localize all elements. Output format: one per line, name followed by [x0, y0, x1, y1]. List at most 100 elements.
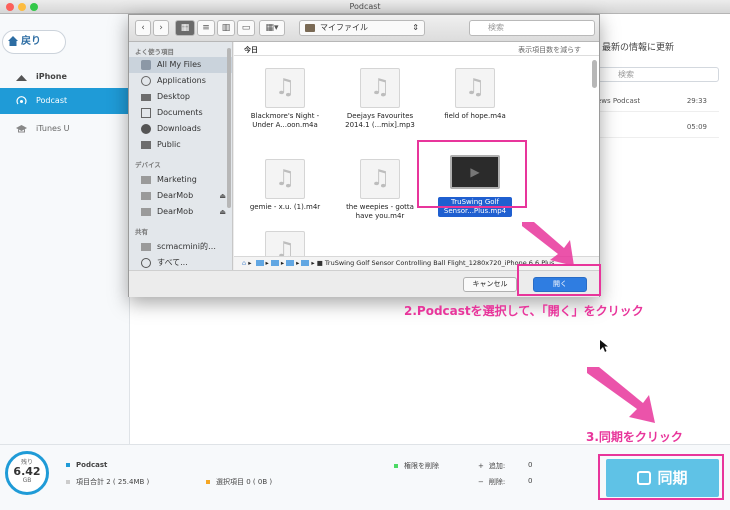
capacity-value: 6.42	[13, 465, 41, 478]
sidebar-item-all-shared[interactable]: すべて...	[129, 255, 232, 270]
documents-icon	[141, 108, 151, 118]
sidebar-item-applications[interactable]: Applications	[129, 73, 232, 89]
close-window-button[interactable]	[6, 3, 14, 11]
drive-icon	[141, 192, 151, 200]
back-nav-button[interactable]: ‹	[135, 20, 151, 36]
icon-view-button[interactable]: ▦	[175, 20, 195, 36]
sidebar-item-public[interactable]: Public	[129, 137, 232, 153]
arrow-to-sync-icon	[587, 367, 655, 423]
home-icon	[8, 36, 18, 46]
podcast-icon	[16, 96, 27, 105]
sidebar-item-downloads[interactable]: Downloads	[129, 121, 232, 137]
show-less-link[interactable]: 表示項目数を減らす	[518, 45, 581, 55]
sidebar-item-label: Public	[157, 140, 181, 149]
eject-icon[interactable]: ⏏	[219, 188, 226, 204]
downloads-icon	[141, 124, 151, 134]
all-files-icon	[141, 60, 151, 70]
forward-nav-button[interactable]: ›	[153, 20, 169, 36]
dialog-search-input[interactable]: 検索	[469, 20, 595, 36]
total-dot	[66, 480, 70, 484]
list-item[interactable]: 05:09	[597, 116, 719, 138]
file-name: gemie - x.u. (1).m4r	[249, 203, 321, 211]
capacity-indicator: 残り 6.42 GB	[5, 451, 49, 495]
arrange-icon: ▦▾	[265, 23, 279, 33]
back-button[interactable]: 戻り	[2, 30, 66, 54]
file-item[interactable]: ♫ Blackmore's Night - Under A...oon.m4a	[238, 68, 332, 140]
file-item[interactable]: ♫ field of hope.m4a	[428, 68, 522, 140]
coverflow-view-button[interactable]: ▭	[237, 20, 255, 36]
selected-dot	[206, 480, 210, 484]
step2-instruction: 2.Podcastを選択して、「開く」をクリック	[404, 304, 644, 318]
applications-icon	[141, 76, 151, 86]
sidebar-item-all-my-files[interactable]: All My Files	[129, 57, 232, 73]
episode-duration: 29:33	[686, 97, 707, 105]
search-placeholder: 検索	[488, 23, 504, 32]
globe-icon	[141, 258, 151, 268]
group-title: 今日	[244, 46, 258, 54]
capacity-unit: GB	[22, 477, 32, 484]
iphone-icon	[16, 75, 27, 81]
folder-icon	[141, 141, 151, 149]
list-icon: ≡	[202, 23, 210, 33]
zoom-window-button[interactable]	[30, 3, 38, 11]
remove-count: − 削除: 0	[478, 477, 533, 486]
sidebar-item-label: DearMob	[157, 207, 194, 216]
sidebar-item-podcast[interactable]: Podcast	[0, 88, 130, 114]
music-file-icon: ♫	[455, 68, 495, 108]
itunes-u-icon	[16, 125, 27, 133]
add-count: + 追加: 0	[478, 461, 533, 470]
dialog-toolbar: ‹ › ▦ ≡ ▥ ▭ ▦▾ マイファイル ⇕ 検索	[129, 15, 599, 42]
folder-icon	[270, 260, 279, 266]
sidebar-item-iphone[interactable]: iPhone	[0, 64, 130, 90]
file-name: Blackmore's Night - Under A...oon.m4a	[250, 112, 320, 129]
chevron-updown-icon: ⇕	[412, 23, 419, 32]
sidebar-scrollbar[interactable]	[227, 48, 231, 208]
column-view-button[interactable]: ▥	[217, 20, 235, 36]
list-item[interactable]: ews Podcast 29:33	[597, 90, 719, 112]
sidebar-item-itunes-u[interactable]: iTunes U	[0, 116, 130, 142]
grid-icon: ▦	[180, 23, 190, 33]
file-item[interactable]: ♫ gemie - x.u. (1).m4r	[238, 159, 332, 231]
section-dot	[66, 463, 70, 467]
list-view-button[interactable]: ≡	[197, 20, 215, 36]
dialog-sidebar: よく使う項目 All My Files Applications Desktop…	[129, 42, 233, 270]
content-scrollbar[interactable]	[592, 60, 597, 88]
shared-heading: 共有	[135, 228, 148, 236]
sidebar-item-label: Downloads	[157, 124, 201, 133]
coverflow-icon: ▭	[241, 23, 251, 33]
minimize-window-button[interactable]	[18, 3, 26, 11]
sidebar-item-marketing[interactable]: Marketing	[129, 172, 232, 188]
sidebar-item-documents[interactable]: Documents	[129, 105, 232, 121]
file-item[interactable]: ♫ the weepies - gotta have you.m4r	[333, 159, 427, 231]
sidebar-item-dearmob[interactable]: DearMob ⏏	[129, 188, 232, 204]
sidebar-item-scmacmini[interactable]: scmacmini的…	[129, 239, 232, 255]
delete-permission: 権限を削除	[394, 461, 439, 471]
arrow-to-open-icon	[522, 222, 574, 266]
chevron-left-icon: ‹	[141, 23, 145, 33]
location-select[interactable]: マイファイル ⇕	[299, 20, 425, 36]
sidebar-item-label: Marketing	[157, 175, 197, 184]
sidebar-item-dearmob-2[interactable]: DearMob ⏏	[129, 204, 232, 220]
location-label: マイファイル	[320, 23, 368, 32]
eject-icon[interactable]: ⏏	[219, 204, 226, 220]
sidebar-item-desktop[interactable]: Desktop	[129, 89, 232, 105]
chevron-right-icon: ›	[159, 23, 163, 33]
refresh-link[interactable]: 最新の情報に更新	[602, 40, 674, 53]
section-title: Podcast	[66, 461, 107, 469]
sidebar-item-label: Documents	[157, 108, 203, 117]
arrange-button[interactable]: ▦▾	[259, 20, 285, 36]
cancel-button[interactable]: キャンセル	[463, 277, 517, 292]
mouse-cursor-icon	[600, 340, 608, 352]
music-file-icon: ♫	[360, 159, 400, 199]
file-name: field of hope.m4a	[444, 112, 506, 120]
file-item[interactable]: ♫ Deejays Favourites 2014.1 (...mix].mp3	[333, 68, 427, 140]
search-placeholder: 検索	[618, 70, 634, 79]
episode-title: ews Podcast	[597, 97, 641, 105]
drive-icon	[141, 176, 151, 184]
back-label: 戻り	[21, 36, 41, 47]
sidebar-item-label: Applications	[157, 76, 206, 85]
drive-icon	[141, 208, 151, 216]
file-name: the weepies - gotta have you.m4r	[346, 203, 414, 220]
podcast-search-input[interactable]: 検索	[597, 67, 719, 82]
desktop-icon	[141, 94, 151, 101]
